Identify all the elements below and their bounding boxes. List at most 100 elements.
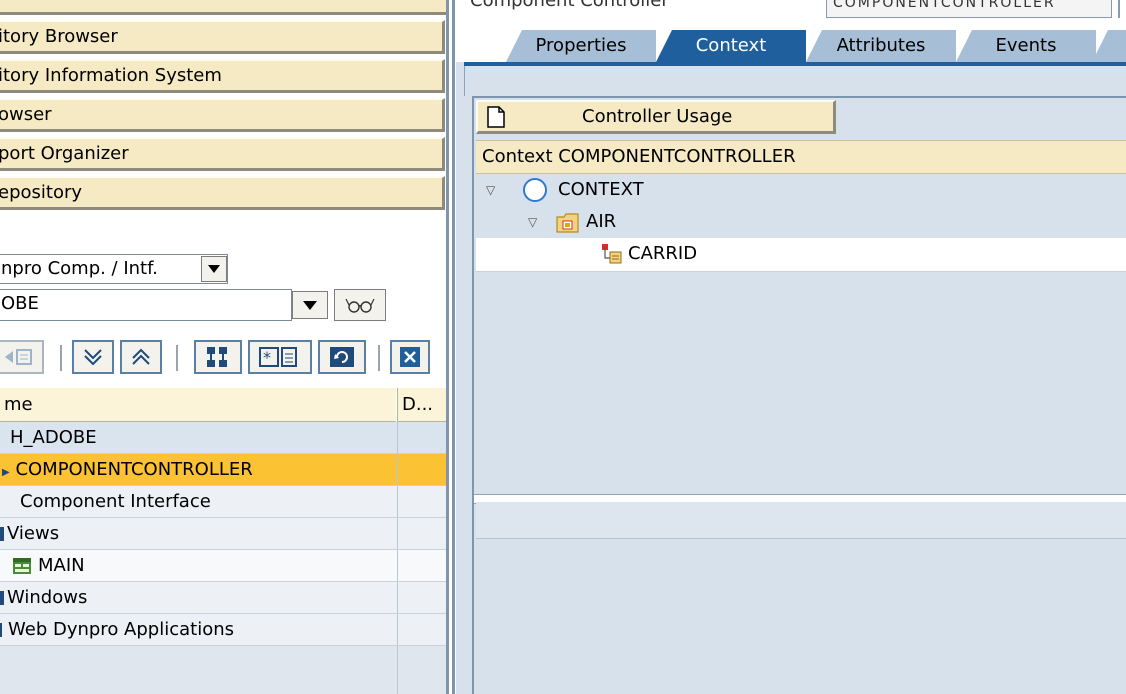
- tree-row-label: Web Dynpro Applications: [8, 619, 235, 640]
- tab-strip: Properties Context Attributes Events: [456, 22, 1126, 62]
- controller-header-bar: Component Controller COMPONENTCONTROLLER: [456, 0, 1126, 22]
- column-header-name[interactable]: me: [0, 388, 396, 422]
- context-tree-row-node[interactable]: ▽ AIR: [476, 206, 1126, 240]
- tree-row-desc-cell: [397, 486, 447, 517]
- tree-row-label: MAIN: [38, 555, 85, 576]
- tab-properties[interactable]: Properties: [506, 30, 656, 62]
- tag-browser-button[interactable]: owser: [0, 98, 445, 132]
- properties-detail-header: [476, 502, 1126, 539]
- pane-splitter[interactable]: [452, 0, 455, 694]
- tree-row-desc-cell: [397, 550, 447, 581]
- context-tree-row-attribute[interactable]: CARRID: [476, 238, 1126, 272]
- nav-button-label: epository: [0, 182, 83, 203]
- toolbar-separator: [378, 345, 380, 371]
- column-header-label: me: [4, 394, 33, 415]
- tree-row[interactable]: Views: [0, 518, 446, 550]
- field-edge: [1118, 0, 1120, 18]
- refresh-icon: [330, 347, 354, 367]
- close-tree-button[interactable]: [390, 340, 430, 374]
- previous-object-icon: [5, 349, 32, 365]
- tree-row-label: H_ADOBE: [10, 427, 97, 448]
- context-root-icon: [523, 178, 547, 202]
- tab-label: Properties: [535, 35, 627, 56]
- navigate-button[interactable]: [0, 340, 44, 374]
- mime-repository-button[interactable]: epository: [0, 176, 445, 210]
- nav-button-partial[interactable]: [0, 0, 446, 15]
- controller-usage-button[interactable]: Controller Usage: [476, 100, 836, 134]
- object-name-dropdown-button[interactable]: [292, 291, 328, 319]
- column-header-label: D...: [402, 394, 434, 415]
- collapse-triangle-icon[interactable]: ▽: [486, 174, 495, 206]
- hierarchy-button[interactable]: [194, 340, 242, 374]
- tree-empty-area: [0, 646, 446, 694]
- tree-row-label: Views: [7, 523, 60, 544]
- controller-usage-label: Controller Usage: [582, 106, 733, 127]
- tree-row[interactable]: MAIN: [0, 550, 446, 582]
- tree-row[interactable]: Web Dynpro Applications: [0, 614, 446, 646]
- nav-button-label: itory Browser: [0, 26, 118, 47]
- view-icon: [13, 558, 31, 574]
- where-used-button[interactable]: *: [248, 340, 312, 374]
- expand-all-button[interactable]: [72, 340, 114, 374]
- tree-row-desc-cell: [397, 614, 447, 645]
- repository-info-system-button[interactable]: itory Information System: [0, 59, 445, 93]
- tab-content-band: [464, 66, 1126, 96]
- controller-name-field: COMPONENTCONTROLLER: [826, 0, 1112, 18]
- glasses-icon: [345, 298, 375, 313]
- tree-row-label: Windows: [7, 587, 88, 608]
- nav-button-label: itory Information System: [0, 65, 222, 86]
- tab-more[interactable]: [1092, 30, 1126, 62]
- tree-row[interactable]: Windows: [0, 582, 446, 614]
- context-node-label: CARRID: [628, 243, 698, 264]
- tab-label: Events: [995, 35, 1057, 56]
- toolbar-separator: [176, 345, 178, 371]
- tree-row-label: COMPONENTCONTROLLER: [15, 459, 253, 480]
- folder-icon: [0, 623, 2, 637]
- object-name-input[interactable]: OBE: [0, 289, 292, 321]
- context-tree-row-root[interactable]: ▽ CONTEXT: [476, 174, 1126, 208]
- tree-row[interactable]: H_ADOBE: [0, 422, 446, 454]
- folder-icon: [0, 527, 4, 541]
- tree-row-desc-cell: [397, 454, 447, 485]
- tree-row[interactable]: Component Interface: [0, 486, 446, 518]
- tab-events[interactable]: Events: [956, 30, 1096, 62]
- collapse-triangle-icon[interactable]: ▽: [528, 206, 537, 238]
- refresh-button[interactable]: [318, 340, 366, 374]
- context-node-label: CONTEXT: [558, 179, 644, 200]
- node-arrow-icon: ▶: [2, 467, 10, 478]
- detail-border: [472, 494, 474, 694]
- chevron-down-icon: [208, 265, 220, 273]
- column-header-description[interactable]: D...: [397, 388, 446, 422]
- chevron-down-icon: [303, 300, 317, 310]
- controller-label: Component Controller: [470, 0, 669, 11]
- toolbar-separator: [60, 345, 62, 371]
- transport-organizer-button[interactable]: port Organizer: [0, 137, 445, 171]
- tree-row-desc-cell: [397, 582, 447, 613]
- expand-all-icon: [84, 349, 102, 366]
- context-header: Context COMPONENTCONTROLLER: [476, 140, 1126, 174]
- node-folder-icon: [556, 213, 579, 233]
- tab-label: Context: [695, 35, 767, 56]
- object-name-value: OBE: [1, 293, 39, 314]
- tree-row-desc-cell: [397, 518, 447, 549]
- tab-label: Attributes: [836, 35, 926, 56]
- tree-row-desc-cell: [397, 422, 447, 453]
- display-glasses-button[interactable]: [334, 289, 386, 321]
- nav-button-label: port Organizer: [0, 143, 129, 164]
- repository-browser-button[interactable]: itory Browser: [0, 20, 445, 54]
- folder-icon: [0, 591, 4, 605]
- hierarchy-icon: [207, 347, 227, 367]
- svg-text:*: *: [263, 348, 271, 367]
- collapse-all-icon: [132, 348, 150, 365]
- document-icon: [487, 106, 505, 128]
- tree-row-selected[interactable]: ▶ COMPONENTCONTROLLER: [0, 454, 446, 486]
- collapse-all-button[interactable]: [120, 340, 162, 374]
- object-type-value: npro Comp. / Intf.: [1, 258, 158, 279]
- object-type-select[interactable]: npro Comp. / Intf.: [0, 254, 228, 284]
- tree-row-label: Component Interface: [20, 491, 211, 512]
- close-icon: [400, 347, 420, 367]
- tab-context[interactable]: Context: [656, 30, 806, 62]
- object-type-dropdown-button[interactable]: [201, 256, 227, 282]
- editor-pane: Component Controller COMPONENTCONTROLLER…: [456, 0, 1126, 694]
- tab-attributes[interactable]: Attributes: [806, 30, 956, 62]
